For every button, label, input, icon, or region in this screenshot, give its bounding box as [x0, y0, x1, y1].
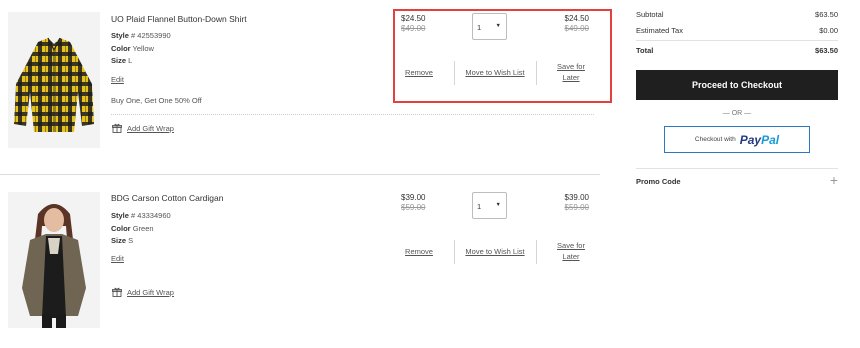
promo-code-label: Promo Code	[636, 177, 681, 186]
size-value: L	[128, 56, 133, 65]
paypal-checkout-button[interactable]: Checkout with PayPal	[664, 126, 810, 153]
cart-item: BDG Carson Cotton Cardigan Style # 43334…	[0, 182, 600, 348]
product-title[interactable]: BDG Carson Cotton Cardigan	[111, 193, 223, 203]
tax-row: Estimated Tax $0.00	[636, 26, 838, 35]
save-for-later-label: Save for	[557, 241, 585, 250]
proceed-to-checkout-button[interactable]: Proceed to Checkout	[636, 70, 838, 100]
style-label: Style	[111, 31, 129, 40]
style-line: Style # 43334960	[111, 210, 171, 223]
paypal-logo: PayPal	[739, 132, 780, 147]
save-for-later-label: Later	[562, 252, 580, 261]
subtotal-value: $63.50	[815, 10, 838, 19]
highlight-box	[393, 9, 612, 103]
gift-wrap-label: Add Gift Wrap	[127, 287, 174, 297]
unit-price: $39.00 $59.00	[401, 193, 425, 213]
plus-icon[interactable]: +	[830, 173, 838, 187]
color-label: Color	[111, 43, 131, 53]
product-title[interactable]: UO Plaid Flannel Button-Down Shirt	[111, 14, 247, 24]
promo-text: Buy One, Get One 50% Off	[111, 96, 202, 105]
color-label: Color	[111, 223, 131, 233]
product-details: Style # 43334960 Color Green Size S	[111, 210, 171, 248]
unit-price-sale: $39.00	[401, 193, 426, 202]
total-label: Total	[636, 46, 654, 55]
promo-code-toggle[interactable]: Promo Code +	[636, 173, 838, 187]
style-value: # 42553990	[131, 31, 171, 40]
order-summary: Subtotal $63.50 Estimated Tax $0.00 Tota…	[636, 0, 848, 348]
gift-icon	[112, 287, 122, 297]
add-gift-wrap-button[interactable]: Add Gift Wrap	[112, 123, 174, 133]
edit-link[interactable]: Edit	[111, 75, 124, 84]
style-line: Style # 42553990	[111, 30, 171, 43]
divider	[536, 240, 537, 264]
divider	[454, 240, 455, 264]
size-label: Size	[111, 56, 127, 65]
add-gift-wrap-button[interactable]: Add Gift Wrap	[112, 287, 174, 297]
tax-label: Estimated Tax	[636, 26, 683, 35]
product-image[interactable]	[8, 192, 100, 328]
paypal-prefix: Checkout with	[694, 136, 736, 143]
line-price-sale: $39.00	[564, 193, 589, 202]
line-price: $39.00 $59.00	[529, 193, 589, 213]
or-separator: — OR —	[722, 110, 752, 117]
move-to-wishlist-button[interactable]: Move to Wish List	[460, 246, 530, 257]
subtotal-row: Subtotal $63.50	[636, 10, 838, 19]
total-row: Total $63.50	[636, 46, 838, 55]
chevron-down-icon: ▼	[495, 202, 501, 208]
gift-wrap-label: Add Gift Wrap	[127, 123, 174, 133]
style-label: Style	[111, 211, 129, 220]
item-divider	[0, 174, 600, 175]
color-line: Color Green	[111, 223, 171, 236]
edit-link[interactable]: Edit	[111, 254, 124, 263]
save-for-later-button[interactable]: Save for Later	[548, 240, 594, 262]
style-value: # 43334960	[131, 211, 171, 220]
total-value: $63.50	[815, 46, 838, 55]
size-line: Size S	[111, 235, 171, 248]
gift-icon	[112, 123, 122, 133]
color-value: Green	[132, 223, 154, 233]
product-details: Style # 42553990 Color Yellow Size L	[111, 30, 171, 68]
size-value: S	[128, 236, 134, 245]
divider	[636, 40, 838, 41]
size-line: Size L	[111, 55, 171, 68]
tax-value: $0.00	[819, 26, 838, 35]
product-image[interactable]	[8, 12, 100, 148]
subtotal-label: Subtotal	[636, 10, 664, 19]
color-line: Color Yellow	[111, 43, 171, 56]
size-label: Size	[111, 236, 127, 245]
cart-item: UO Plaid Flannel Button-Down Shirt Style…	[0, 0, 612, 172]
unit-price-original: $59.00	[401, 203, 426, 212]
divider	[111, 114, 594, 115]
remove-button[interactable]: Remove	[396, 246, 442, 257]
quantity-value: 1	[477, 202, 482, 211]
color-value: Yellow	[132, 43, 154, 53]
line-price-original: $59.00	[564, 203, 589, 212]
quantity-select[interactable]: 1 ▼	[472, 192, 507, 219]
divider	[636, 168, 838, 169]
